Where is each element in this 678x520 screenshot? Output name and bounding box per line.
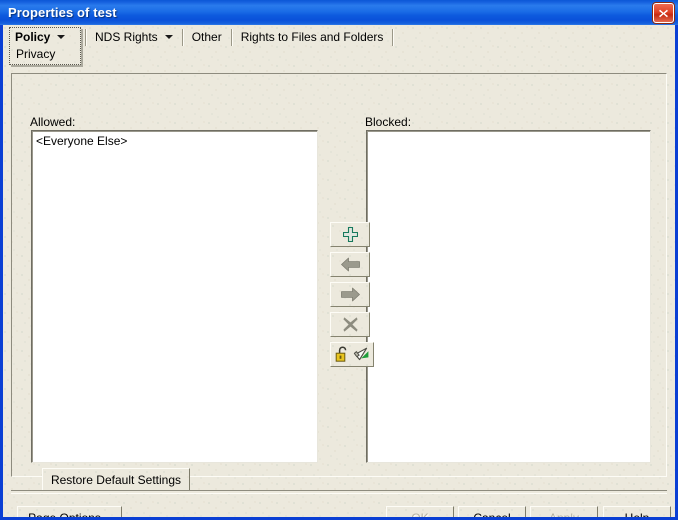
- policy-privacy-panel: Allowed: <Everyone Else> Blocked: Restor…: [11, 73, 667, 491]
- chevron-down-icon[interactable]: [57, 35, 66, 39]
- cancel-button[interactable]: Cancel: [458, 506, 526, 517]
- arrow-left-icon: [340, 257, 360, 272]
- footer-divider: [11, 490, 667, 494]
- lock-announce-button[interactable]: [330, 342, 374, 367]
- dialog-body: Policy Privacy NDS Rights Other Rights t…: [3, 25, 675, 517]
- chevron-down-icon[interactable]: [164, 35, 173, 39]
- tab-rights-to-files-and-folders-label: Rights to Files and Folders: [240, 30, 384, 44]
- plus-icon: [342, 227, 358, 242]
- apply-button[interactable]: Apply: [530, 506, 598, 517]
- delete-button[interactable]: [330, 312, 370, 337]
- ok-button[interactable]: OK: [386, 506, 454, 517]
- move-right-button[interactable]: [330, 282, 370, 307]
- tab-other[interactable]: Other: [183, 27, 231, 47]
- tab-separator: [392, 29, 394, 46]
- x-icon: [342, 317, 358, 332]
- tab-policy[interactable]: Policy Privacy: [9, 27, 81, 65]
- page-options-button[interactable]: Page Options...: [17, 506, 122, 517]
- transfer-button-column: [330, 222, 374, 372]
- tab-other-label: Other: [191, 30, 222, 44]
- tab-rights-to-files-and-folders[interactable]: Rights to Files and Folders: [232, 27, 393, 47]
- tab-policy-header: Policy: [15, 30, 66, 44]
- arrow-right-icon: [340, 287, 360, 302]
- allowed-listbox[interactable]: <Everyone Else>: [31, 130, 318, 463]
- close-icon[interactable]: [653, 3, 674, 23]
- add-button[interactable]: [330, 222, 370, 247]
- properties-dialog-window: Properties of test Policy Privacy NDS Ri…: [0, 0, 678, 520]
- tab-nds-rights[interactable]: NDS Rights: [86, 27, 182, 47]
- help-button[interactable]: Help: [603, 506, 671, 517]
- tab-strip: Policy Privacy NDS Rights Other Rights t…: [9, 27, 394, 69]
- list-item[interactable]: <Everyone Else>: [32, 131, 317, 148]
- move-left-button[interactable]: [330, 252, 370, 277]
- restore-default-settings-button[interactable]: Restore Default Settings: [42, 468, 190, 491]
- title-bar: Properties of test: [0, 0, 678, 25]
- window-title: Properties of test: [8, 5, 117, 20]
- blocked-label: Blocked:: [365, 115, 412, 129]
- blocked-listbox[interactable]: [366, 130, 651, 463]
- tab-policy-label: Policy: [15, 30, 51, 44]
- tab-nds-rights-label: NDS Rights: [95, 30, 158, 44]
- tab-policy-subitem-privacy[interactable]: Privacy: [16, 47, 55, 61]
- unlocked-padlock-megaphone-icon: [335, 346, 369, 362]
- allowed-label: Allowed:: [30, 115, 76, 129]
